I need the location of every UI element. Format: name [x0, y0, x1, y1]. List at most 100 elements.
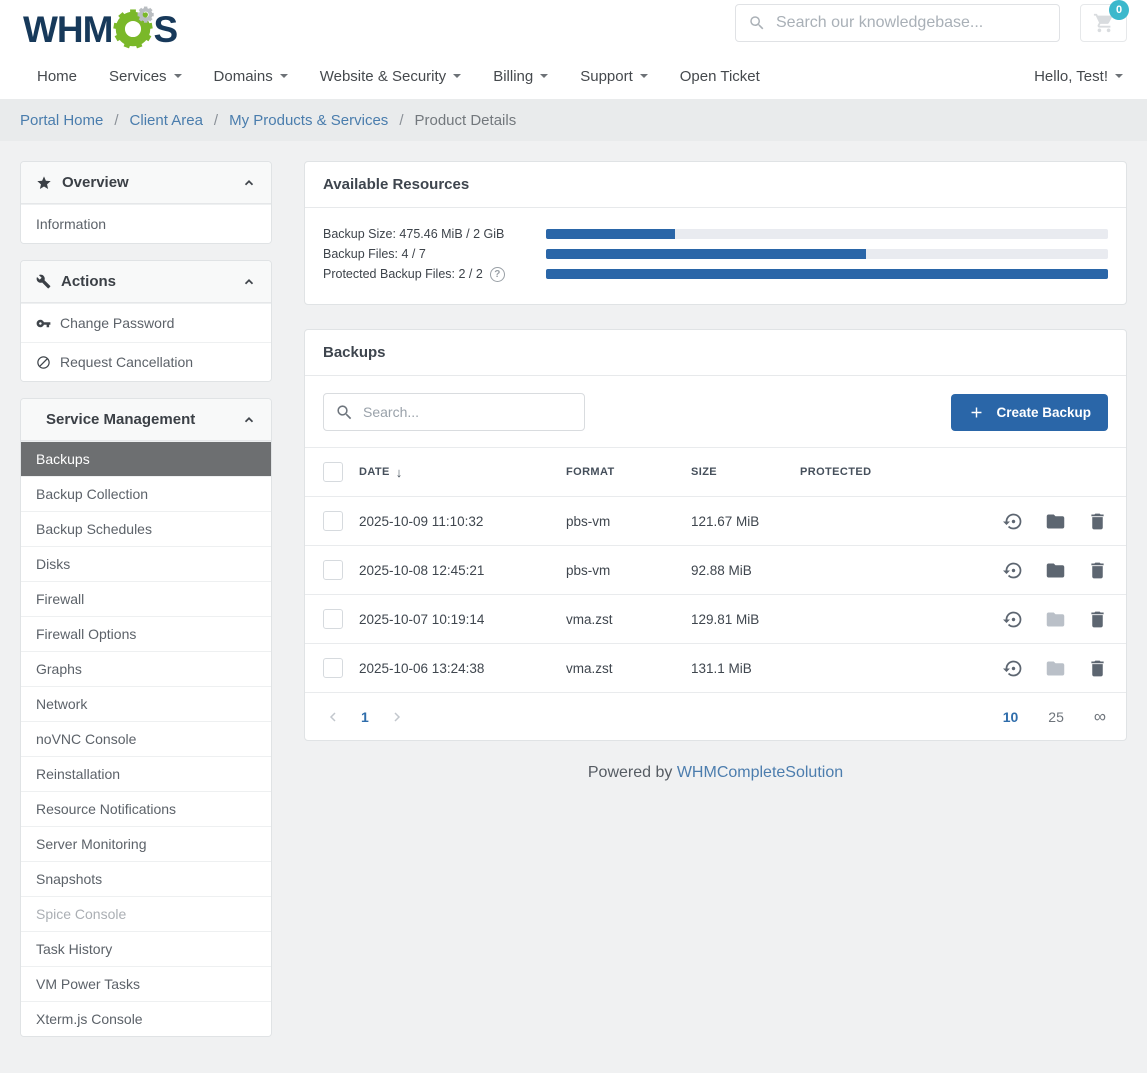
- sidebar-item-novnc-console[interactable]: noVNC Console: [21, 721, 271, 756]
- whmcs-logo[interactable]: WHM: [23, 7, 177, 53]
- sidebar-item-change-password[interactable]: Change Password: [21, 303, 271, 342]
- cart-count-badge: 0: [1109, 0, 1129, 20]
- sidebar-item-vm-power-tasks[interactable]: VM Power Tasks: [21, 966, 271, 1001]
- actions-panel-header[interactable]: Actions: [21, 261, 271, 303]
- restore-backup-icon[interactable]: [1003, 560, 1024, 581]
- column-header-date[interactable]: DATE ↓: [359, 465, 566, 480]
- backup-format: vma.zst: [566, 661, 691, 676]
- breadcrumb-portal-home[interactable]: Portal Home: [20, 112, 103, 129]
- sidebar-item-snapshots[interactable]: Snapshots: [21, 861, 271, 896]
- logo-text-whm: WHM: [23, 8, 112, 52]
- row-checkbox[interactable]: [323, 609, 343, 629]
- overview-title: Overview: [62, 174, 129, 191]
- chevron-down-icon: [280, 74, 288, 78]
- backup-size: 131.1 MiB: [691, 661, 800, 676]
- sidebar-item-server-monitoring[interactable]: Server Monitoring: [21, 826, 271, 861]
- account-menu[interactable]: Hello, Test!: [1034, 68, 1123, 85]
- backup-format: vma.zst: [566, 612, 691, 627]
- breadcrumb-client-area[interactable]: Client Area: [130, 112, 203, 129]
- service-management-panel-header[interactable]: Service Management: [21, 399, 271, 441]
- restore-backup-icon[interactable]: [1003, 511, 1024, 532]
- sidebar-item-information[interactable]: Information: [21, 204, 271, 243]
- nav-item-services[interactable]: Services: [109, 68, 182, 85]
- footer: Powered by WHMCompleteSolution: [304, 741, 1127, 805]
- search-icon: [335, 403, 354, 422]
- sidebar-item-xterm-console[interactable]: Xterm.js Console: [21, 1001, 271, 1036]
- nav-item-support[interactable]: Support: [580, 68, 648, 85]
- main-nav: Home Services Domains Website & Security…: [20, 53, 1127, 99]
- backup-size-label: Backup Size: 475.46 MiB / 2 GiB: [323, 227, 546, 241]
- nav-item-domains[interactable]: Domains: [214, 68, 288, 85]
- sidebar-item-backup-schedules[interactable]: Backup Schedules: [21, 511, 271, 546]
- delete-backup-icon[interactable]: [1087, 560, 1108, 581]
- next-page-icon[interactable]: [385, 709, 409, 725]
- browse-backup-folder-icon: [1045, 658, 1066, 679]
- sidebar-item-firewall-options[interactable]: Firewall Options: [21, 616, 271, 651]
- nav-item-open-ticket[interactable]: Open Ticket: [680, 68, 760, 85]
- backup-row: 2025-10-07 10:19:14 vma.zst 129.81 MiB: [305, 594, 1126, 643]
- sidebar-item-firewall[interactable]: Firewall: [21, 581, 271, 616]
- chevron-up-icon[interactable]: [242, 275, 256, 289]
- powered-by-text: Powered by: [588, 764, 673, 781]
- nav-item-website-security[interactable]: Website & Security: [320, 68, 461, 85]
- restore-backup-icon[interactable]: [1003, 609, 1024, 630]
- cart-button[interactable]: 0: [1080, 4, 1127, 42]
- column-header-protected[interactable]: PROTECTED: [800, 466, 968, 478]
- sidebar-item-graphs[interactable]: Graphs: [21, 651, 271, 686]
- page-size-25[interactable]: 25: [1048, 709, 1064, 725]
- page-size-10[interactable]: 10: [1003, 709, 1019, 725]
- chevron-down-icon: [1115, 74, 1123, 78]
- row-checkbox[interactable]: [323, 511, 343, 531]
- browse-backup-folder-icon[interactable]: [1045, 511, 1066, 532]
- backups-card: Backups Create Backup: [304, 329, 1127, 741]
- breadcrumb: Portal Home / Client Area / My Products …: [0, 99, 1147, 141]
- chevron-down-icon: [640, 74, 648, 78]
- sidebar-item-resource-notifications[interactable]: Resource Notifications: [21, 791, 271, 826]
- backup-format: pbs-vm: [566, 514, 691, 529]
- sidebar-item-request-cancellation[interactable]: Request Cancellation: [21, 342, 271, 381]
- sidebar-item-backups[interactable]: Backups: [21, 441, 271, 476]
- row-checkbox[interactable]: [323, 560, 343, 580]
- column-header-format[interactable]: FORMAT: [566, 466, 691, 478]
- delete-backup-icon[interactable]: [1087, 609, 1108, 630]
- restore-backup-icon[interactable]: [1003, 658, 1024, 679]
- actions-panel: Actions Change Password Request Cancella…: [20, 260, 272, 382]
- protected-files-progressbar: [546, 269, 1108, 279]
- protected-files-label: Protected Backup Files: 2 / 2: [323, 267, 483, 281]
- browse-backup-folder-icon: [1045, 609, 1066, 630]
- sidebar-item-task-history[interactable]: Task History: [21, 931, 271, 966]
- resource-row-protected-files: Protected Backup Files: 2 / 2 ?: [323, 264, 1108, 284]
- nav-item-home[interactable]: Home: [37, 68, 77, 85]
- overview-panel-header[interactable]: Overview: [21, 162, 271, 204]
- chevron-up-icon[interactable]: [242, 176, 256, 190]
- row-checkbox[interactable]: [323, 658, 343, 678]
- breadcrumb-my-products[interactable]: My Products & Services: [229, 112, 388, 129]
- create-backup-button[interactable]: Create Backup: [951, 394, 1108, 431]
- main-content: Available Resources Backup Size: 475.46 …: [304, 161, 1127, 805]
- backups-search[interactable]: [323, 393, 585, 431]
- knowledgebase-search[interactable]: [735, 4, 1060, 42]
- browse-backup-folder-icon[interactable]: [1045, 560, 1066, 581]
- search-icon: [748, 14, 766, 32]
- sidebar-item-network[interactable]: Network: [21, 686, 271, 721]
- select-all-checkbox[interactable]: [323, 462, 343, 482]
- delete-backup-icon[interactable]: [1087, 511, 1108, 532]
- sidebar: Overview Information Actions: [20, 161, 272, 1053]
- delete-backup-icon[interactable]: [1087, 658, 1108, 679]
- sidebar-item-disks[interactable]: Disks: [21, 546, 271, 581]
- knowledgebase-search-input[interactable]: [776, 14, 1047, 32]
- prev-page-icon[interactable]: [321, 709, 345, 725]
- sidebar-item-backup-collection[interactable]: Backup Collection: [21, 476, 271, 511]
- backups-search-input[interactable]: [363, 404, 573, 420]
- overview-panel: Overview Information: [20, 161, 272, 244]
- nav-item-billing[interactable]: Billing: [493, 68, 548, 85]
- sidebar-item-reinstallation[interactable]: Reinstallation: [21, 756, 271, 791]
- column-header-size[interactable]: SIZE: [691, 466, 800, 478]
- page-number[interactable]: 1: [361, 709, 369, 725]
- page-size-unlimited[interactable]: ∞: [1094, 707, 1106, 727]
- sidebar-item-spice-console[interactable]: Spice Console: [21, 896, 271, 931]
- chevron-up-icon[interactable]: [242, 413, 256, 427]
- whmcompletesolution-link[interactable]: WHMCompleteSolution: [677, 764, 843, 781]
- help-icon[interactable]: ?: [490, 267, 505, 282]
- ban-icon: [36, 355, 51, 370]
